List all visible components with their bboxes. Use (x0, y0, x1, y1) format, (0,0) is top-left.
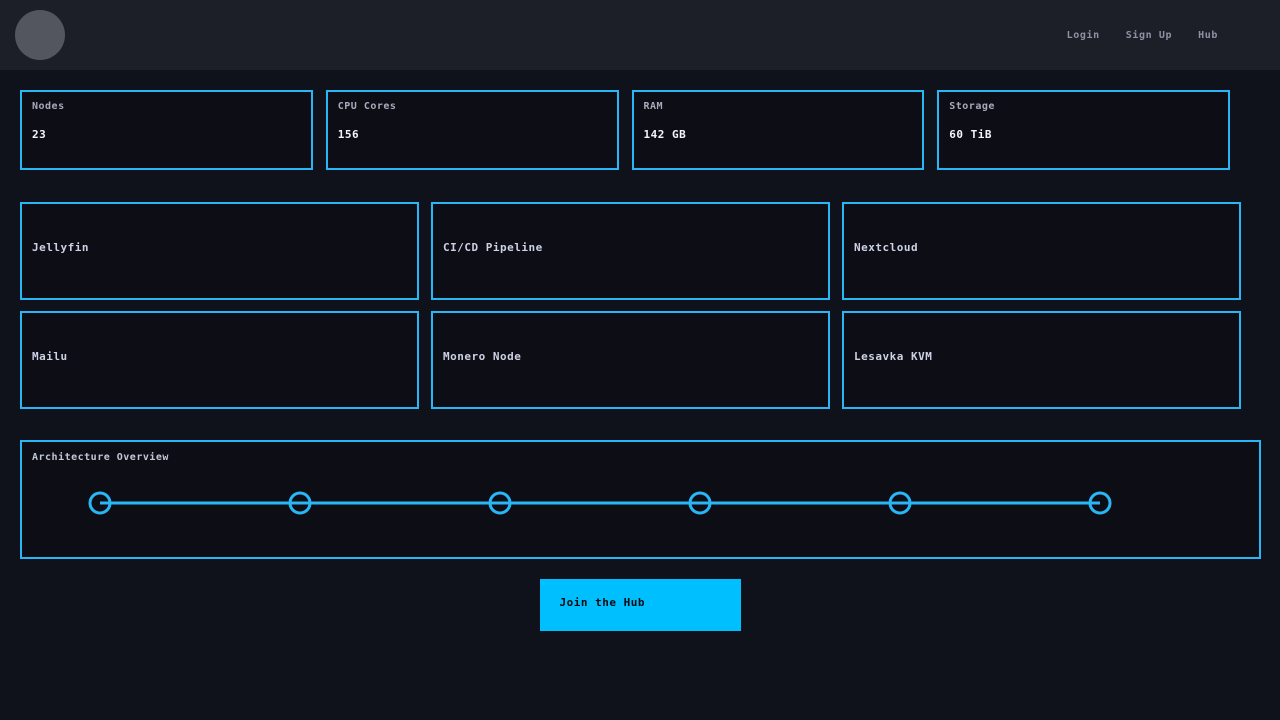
service-card-mailu[interactable]: Mailu (20, 311, 419, 409)
nav-link-hub[interactable]: Hub (1198, 30, 1218, 41)
service-card-cicd-pipeline[interactable]: CI/CD Pipeline (431, 202, 830, 300)
architecture-title: Architecture Overview (32, 452, 1259, 463)
stat-value: 156 (338, 128, 607, 141)
stat-label: RAM (644, 101, 913, 112)
service-card-jellyfin[interactable]: Jellyfin (20, 202, 419, 300)
navbar: Login Sign Up Hub (0, 0, 1280, 70)
nav-link-login[interactable]: Login (1067, 30, 1100, 41)
join-hub-button[interactable]: Join the Hub (540, 579, 741, 631)
service-name: Monero Node (443, 350, 818, 363)
nav-links: Login Sign Up Hub (1041, 30, 1218, 41)
stat-label: Nodes (32, 101, 301, 112)
services-grid: Jellyfin CI/CD Pipeline Nextcloud Mailu … (20, 202, 1241, 409)
service-card-lesavka-kvm[interactable]: Lesavka KVM (842, 311, 1241, 409)
service-card-monero-node[interactable]: Monero Node (431, 311, 830, 409)
service-name: Nextcloud (854, 241, 1229, 254)
service-name: Jellyfin (32, 241, 407, 254)
stat-card-nodes: Nodes 23 (20, 90, 313, 170)
service-name: CI/CD Pipeline (443, 241, 818, 254)
logo-avatar[interactable] (15, 10, 65, 60)
architecture-card: Architecture Overview (20, 440, 1261, 559)
stat-value: 142 GB (644, 128, 913, 141)
architecture-diagram (32, 463, 1249, 533)
stat-label: CPU Cores (338, 101, 607, 112)
stats-row: Nodes 23 CPU Cores 156 RAM 142 GB Storag… (20, 90, 1230, 170)
stat-label: Storage (949, 101, 1218, 112)
stat-value: 60 TiB (949, 128, 1218, 141)
stat-value: 23 (32, 128, 301, 141)
service-card-nextcloud[interactable]: Nextcloud (842, 202, 1241, 300)
main-content: Nodes 23 CPU Cores 156 RAM 142 GB Storag… (0, 90, 1280, 631)
nav-link-signup[interactable]: Sign Up (1126, 30, 1172, 41)
stat-card-storage: Storage 60 TiB (937, 90, 1230, 170)
stat-card-cpu-cores: CPU Cores 156 (326, 90, 619, 170)
service-name: Mailu (32, 350, 407, 363)
stat-card-ram: RAM 142 GB (632, 90, 925, 170)
service-name: Lesavka KVM (854, 350, 1229, 363)
